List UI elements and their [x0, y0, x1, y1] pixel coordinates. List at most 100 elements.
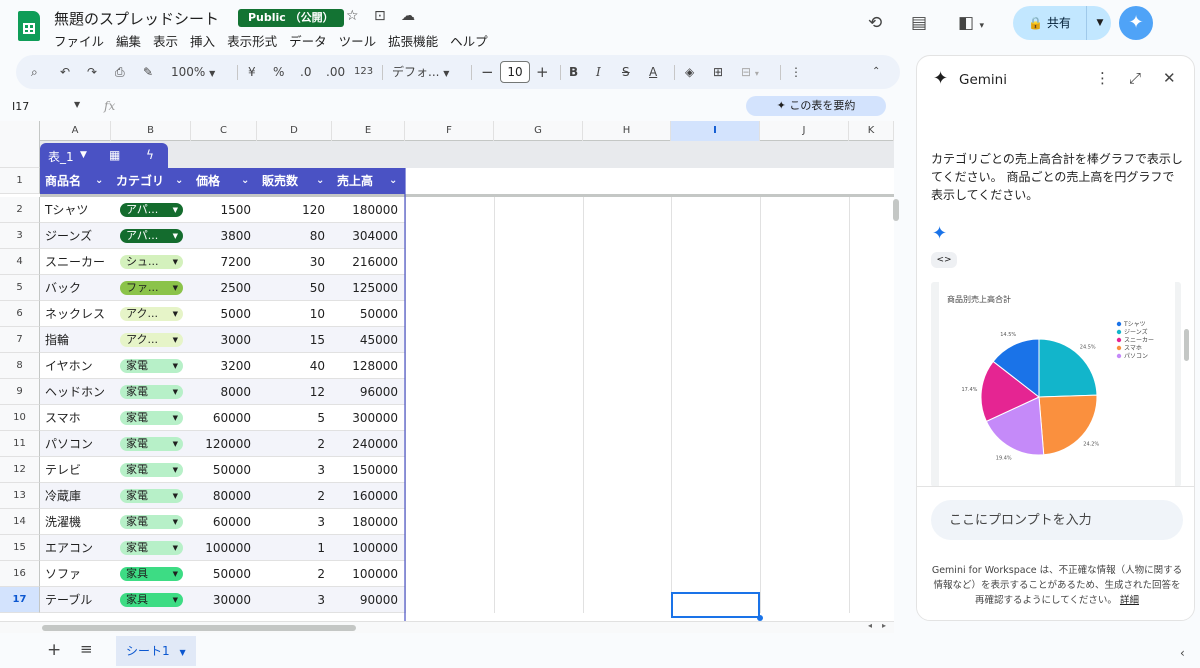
cell-sales[interactable]: 180000 [332, 197, 398, 223]
chip-dropdown-icon[interactable]: ▼ [173, 203, 178, 217]
table-row[interactable]: Tシャツ アパ... ▼ 1500 120 180000 [40, 197, 894, 223]
decrease-decimal-button[interactable]: .0 [300, 55, 311, 89]
column-header-I[interactable]: I [671, 121, 760, 141]
percent-format-button[interactable]: % [273, 55, 284, 89]
horizontal-scrollbar[interactable]: ◂ ▸ [0, 621, 894, 633]
cell-product-name[interactable]: ソファ [45, 561, 81, 587]
table-row[interactable]: ソファ 家具 ▼ 50000 2 100000 [40, 561, 894, 587]
share-button[interactable]: 🔒 共有 [1013, 6, 1087, 40]
column-header-C[interactable]: C [191, 121, 257, 141]
table-row[interactable]: テーブル 家具 ▼ 30000 3 90000 [40, 587, 894, 613]
chip-dropdown-icon[interactable]: ▼ [173, 281, 178, 295]
gemini-scroll-thumb[interactable] [1184, 329, 1189, 361]
header-product-name[interactable]: 商品名 ⌄ [40, 168, 111, 194]
category-chip[interactable]: シュ... ▼ [120, 255, 183, 269]
name-box-dropdown-icon[interactable]: ▼ [74, 100, 80, 109]
cell-qty[interactable]: 30 [257, 249, 325, 275]
sheet-tab-1[interactable]: シート1 ▼ [116, 636, 196, 666]
cell-sales[interactable]: 90000 [332, 587, 398, 613]
menu-view[interactable]: 表示 [153, 30, 184, 51]
row-header-5[interactable]: 5 [0, 275, 40, 301]
spreadsheet-grid[interactable]: ABCDEFGHIJK 表_1 ▼ ▦ ϟ 1 商品名 ⌄ カテゴリ ⌄ 価格 ⌄ 販売数 ⌄… [0, 121, 894, 633]
row-header-12[interactable]: 12 [0, 457, 40, 483]
chip-dropdown-icon[interactable]: ▼ [173, 489, 178, 503]
cell-product-name[interactable]: ジーンズ [45, 223, 92, 249]
name-box[interactable]: I17 [12, 100, 29, 113]
summarize-table-button[interactable]: ✦ この表を要約 [746, 96, 886, 116]
paint-format-icon[interactable]: ✎ [143, 55, 153, 89]
cell-sales[interactable]: 45000 [332, 327, 398, 353]
search-menu-icon[interactable]: ⌕ [31, 55, 38, 89]
increase-decimal-button[interactable]: .00 [326, 55, 345, 89]
cell-qty[interactable]: 40 [257, 353, 325, 379]
document-title[interactable]: 無題のスプレッドシート [54, 8, 219, 29]
cell-product-name[interactable]: スニーカー [45, 249, 105, 275]
cell-qty[interactable]: 12 [257, 379, 325, 405]
chip-dropdown-icon[interactable]: ▼ [173, 333, 178, 347]
cell-qty[interactable]: 10 [257, 301, 325, 327]
row-header-3[interactable]: 3 [0, 223, 40, 249]
cell-sales[interactable]: 100000 [332, 535, 398, 561]
category-chip[interactable]: 家電 ▼ [120, 515, 183, 529]
category-chip[interactable]: 家電 ▼ [120, 541, 183, 555]
scroll-left-icon[interactable]: ◂ [868, 621, 872, 630]
cell-product-name[interactable]: ネックレス [45, 301, 105, 327]
all-sheets-icon[interactable]: ≡ [80, 640, 93, 658]
cell-price[interactable]: 3200 [191, 353, 251, 379]
table-row[interactable]: エアコン 家電 ▼ 100000 1 100000 [40, 535, 894, 561]
category-chip[interactable]: アパ... ▼ [120, 203, 183, 217]
cell-qty[interactable]: 120 [257, 197, 325, 223]
table-row[interactable]: ネックレス アク... ▼ 5000 10 50000 [40, 301, 894, 327]
cell-price[interactable]: 80000 [191, 483, 251, 509]
cell-price[interactable]: 5000 [191, 301, 251, 327]
category-chip[interactable]: アク... ▼ [120, 307, 183, 321]
cell-product-name[interactable]: テーブル [45, 587, 92, 613]
cell-price[interactable]: 7200 [191, 249, 251, 275]
row-header-16[interactable]: 16 [0, 561, 40, 587]
fill-color-icon[interactable]: ◈ [685, 55, 694, 89]
cell-qty[interactable]: 50 [257, 275, 325, 301]
cell-product-name[interactable]: Tシャツ [45, 197, 88, 223]
header-price-filter-icon[interactable]: ⌄ [241, 168, 249, 194]
gemini-sparkle-icon[interactable]: ✦ [1119, 6, 1153, 40]
currency-format-button[interactable]: ¥ [248, 55, 256, 89]
chip-dropdown-icon[interactable]: ▼ [173, 437, 178, 451]
table-lightning-icon[interactable]: ϟ [146, 148, 154, 162]
cell-sales[interactable]: 125000 [332, 275, 398, 301]
merge-cells-icon[interactable]: ⊟ ▾ [741, 55, 759, 89]
menu-format[interactable]: 表示形式 [227, 30, 283, 51]
horizontal-scroll-thumb[interactable] [42, 625, 356, 631]
menu-extensions[interactable]: 拡張機能 [388, 30, 444, 51]
more-options-icon[interactable]: ⋮ [790, 55, 802, 89]
cell-price[interactable]: 60000 [191, 405, 251, 431]
category-chip[interactable]: 家電 ▼ [120, 385, 183, 399]
category-chip[interactable]: アパ... ▼ [120, 229, 183, 243]
column-header-J[interactable]: J [760, 121, 849, 141]
chip-dropdown-icon[interactable]: ▼ [173, 385, 178, 399]
row-header-6[interactable]: 6 [0, 301, 40, 327]
cell-price[interactable]: 2500 [191, 275, 251, 301]
row-header-15[interactable]: 15 [0, 535, 40, 561]
table-row[interactable]: スマホ 家電 ▼ 60000 5 300000 [40, 405, 894, 431]
zoom-select[interactable]: 100% ▼ [171, 55, 215, 89]
select-all-corner[interactable] [0, 121, 40, 141]
chip-dropdown-icon[interactable]: ▼ [173, 255, 178, 269]
column-header-B[interactable]: B [111, 121, 191, 141]
cell-qty[interactable]: 80 [257, 223, 325, 249]
selected-cell-I17[interactable] [671, 592, 760, 618]
cell-product-name[interactable]: 指輪 [45, 327, 69, 353]
table-row[interactable]: 冷蔵庫 家電 ▼ 80000 2 160000 [40, 483, 894, 509]
cell-sales[interactable]: 50000 [332, 301, 398, 327]
collapse-toolbar-icon[interactable]: ⌃ [872, 55, 880, 89]
cell-sales[interactable]: 300000 [332, 405, 398, 431]
cell-product-name[interactable]: スマホ [45, 405, 81, 431]
cell-sales[interactable]: 160000 [332, 483, 398, 509]
category-chip[interactable]: 家電 ▼ [120, 463, 183, 477]
table-view-icon[interactable]: ▦ [109, 148, 120, 162]
category-chip[interactable]: 家電 ▼ [120, 359, 183, 373]
gemini-prompt-input[interactable] [931, 500, 1183, 540]
bold-button[interactable]: B [569, 55, 578, 89]
cell-qty[interactable]: 5 [257, 405, 325, 431]
cell-price[interactable]: 50000 [191, 561, 251, 587]
menu-file[interactable]: ファイル [54, 30, 110, 51]
